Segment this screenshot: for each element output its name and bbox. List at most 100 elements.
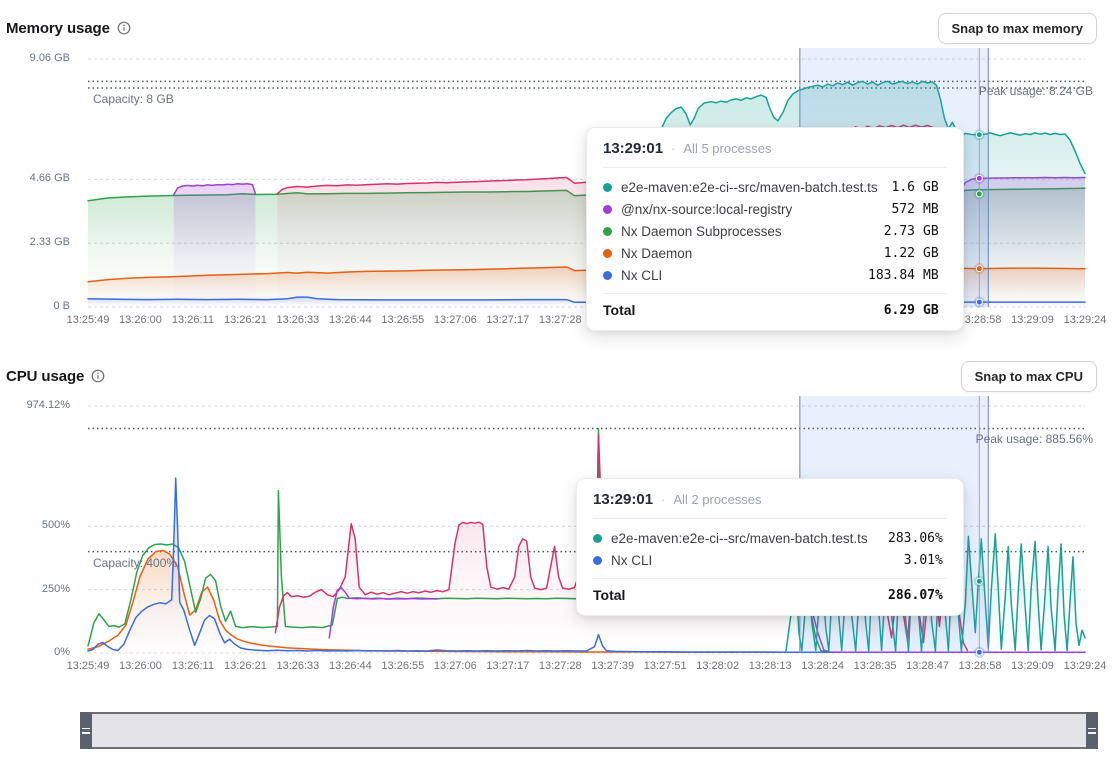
x-tick-label: 13:26:21 [224,660,267,672]
process-name: Nx Daemon Subprocesses [621,224,884,239]
process-value: 1.6 [892,180,915,195]
y-tick-label: 500% [42,519,70,531]
x-tick-label: 13:29:24 [1064,660,1107,672]
info-icon[interactable] [117,21,131,35]
x-tick-label: 13:26:21 [224,314,267,326]
process-value: 283.06 [888,531,935,546]
x-tick-label: 13:25:49 [67,660,110,672]
grip-icon [82,728,90,734]
tooltip-subtitle: All 5 processes [683,141,771,156]
process-name: Nx CLI [611,553,904,568]
hover-dot [976,299,982,305]
memory-capacity-label: Capacity: 8 GB [93,92,174,106]
cpu-x-axis: 13:25:4913:26:0013:26:1113:26:2113:26:33… [88,660,1085,674]
process-unit: % [935,531,947,546]
x-tick-label: 13:26:44 [329,660,372,672]
memory-tooltip: 13:29:01 · All 5 processes e2e-maven:e2e… [586,127,964,331]
process-color-dot [603,271,612,280]
memory-section-header: Memory usage Snap to max memory [6,12,1097,44]
tooltip-total-label: Total [593,587,888,603]
brush-handle-right[interactable] [1086,712,1098,749]
snap-to-max-cpu-button[interactable]: Snap to max CPU [961,361,1097,392]
process-unit: GB [923,224,947,239]
x-tick-label: 13:29:24 [1064,314,1107,326]
process-name: @nx/nx-source:local-registry [621,202,892,217]
x-tick-label: 13:26:00 [119,660,162,672]
x-tick-label: 13:26:00 [119,314,162,326]
memory-y-axis: 9.06 GB4.66 GB2.33 GB0 B [0,48,78,307]
tooltip-total-row: Total 286.07 % [593,578,947,603]
info-icon[interactable] [91,369,105,383]
x-tick-label: 13:28:35 [854,660,897,672]
x-tick-label: 13:28:02 [696,660,739,672]
x-tick-label: 13:29:09 [1011,660,1054,672]
x-tick-label: 13:26:55 [381,314,424,326]
tooltip-separator: · [661,492,665,507]
hover-dot [976,132,982,138]
x-tick-label: 13:28:24 [801,660,844,672]
process-unit: MB [923,202,947,217]
process-unit: % [935,553,947,568]
tooltip-row: Nx Daemon Subprocesses2.73GB [603,220,947,242]
hover-dot [976,578,982,584]
x-tick-label: 13:27:06 [434,314,477,326]
hover-dot [976,191,982,197]
x-tick-label: 13:27:28 [539,660,582,672]
tooltip-total-row: Total 6.29 GB [603,293,947,318]
tooltip-time: 13:29:01 [593,491,653,508]
x-tick-label: 13:29:09 [1011,314,1054,326]
y-tick-label: 4.66 GB [30,172,70,184]
memory-title: Memory usage [6,20,110,37]
snap-to-max-memory-button[interactable]: Snap to max memory [938,13,1098,44]
process-color-dot [593,534,602,543]
y-tick-label: 0% [54,646,70,658]
process-unit: GB [923,180,947,195]
x-tick-label: 13:28:58 [959,660,1002,672]
x-tick-label: 13:26:55 [381,660,424,672]
tooltip-row: Nx CLI3.01% [593,549,947,571]
x-tick-label: 13:26:33 [276,660,319,672]
cpu-tooltip: 13:29:01 · All 2 processes e2e-maven:e2e… [576,478,964,616]
process-name: Nx CLI [621,268,868,283]
x-tick-label: 13:27:28 [539,314,582,326]
x-tick-label: 13:27:39 [591,660,634,672]
memory-peak-label: Peak usage: 8.24 GB [979,84,1093,98]
process-unit: MB [923,268,947,283]
tooltip-row: Nx CLI183.84MB [603,264,947,286]
hover-dot [976,266,982,272]
process-color-dot [603,227,612,236]
tooltip-total-unit: % [935,588,947,603]
hover-dot [976,649,982,655]
process-name: e2e-maven:e2e-ci--src/maven-batch.test.t… [611,531,888,546]
cpu-title: CPU usage [6,368,84,385]
hover-dot [976,175,982,181]
process-unit: GB [923,246,947,261]
x-tick-label: 13:26:33 [276,314,319,326]
cpu-section-header: CPU usage Snap to max CPU [6,360,1097,392]
x-tick-label: 13:27:17 [486,314,529,326]
cpu-y-axis: 974.12%500%250%0% [0,396,78,653]
process-value: 572 [892,202,915,217]
process-name: Nx Daemon [621,246,884,261]
x-tick-label: 13:27:17 [486,660,529,672]
process-color-dot [603,249,612,258]
x-tick-label: 13:28:13 [749,660,792,672]
brush-handle-left[interactable] [80,712,92,749]
tooltip-total-value: 286.07 [888,588,935,603]
x-tick-label: 13:26:11 [172,314,214,326]
y-tick-label: 2.33 GB [30,236,70,248]
process-name: e2e-maven:e2e-ci--src/maven-batch.test.t… [621,180,892,195]
x-tick-label: 13:28:47 [906,660,949,672]
x-tick-label: 13:26:44 [329,314,372,326]
x-tick-label: 13:26:11 [172,660,214,672]
timeline-brush-scrollbar[interactable] [80,712,1098,749]
cpu-capacity-label: Capacity: 400% [93,556,177,570]
y-tick-label: 974.12% [27,399,70,411]
process-color-dot [593,556,602,565]
process-value: 3.01 [904,553,935,568]
process-value: 1.22 [884,246,915,261]
tooltip-time: 13:29:01 [603,140,663,157]
x-tick-label: 13:25:49 [67,314,110,326]
tooltip-row: Nx Daemon1.22 GB [603,242,947,264]
x-tick-label: 13:27:51 [644,660,687,672]
